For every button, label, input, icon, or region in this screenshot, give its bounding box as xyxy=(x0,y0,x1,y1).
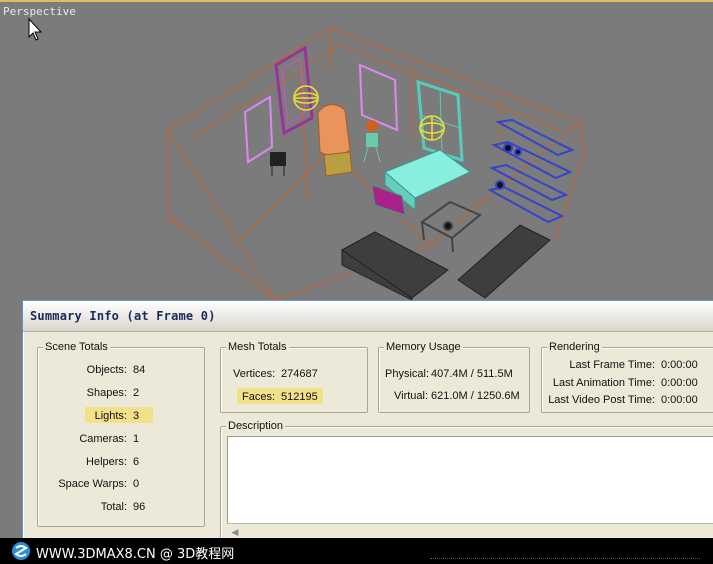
objects-label: Objects: xyxy=(86,364,127,376)
description-legend: Description xyxy=(226,419,286,433)
room-scene-render xyxy=(167,27,586,300)
mouse-cursor-icon xyxy=(28,18,42,41)
armchair xyxy=(317,104,353,177)
lights-value: 3 xyxy=(133,410,140,422)
helpers-label: Helpers: xyxy=(86,456,127,468)
lights-label: Lights: xyxy=(94,410,127,422)
scene-totals-legend: Scene Totals xyxy=(43,340,110,354)
sofa-left xyxy=(341,231,449,300)
dialog-titlebar[interactable]: Summary Info (at Frame 0) xyxy=(23,301,713,332)
watermark-dotted-line xyxy=(430,558,700,563)
small-stool xyxy=(270,152,286,176)
shapes-label: Shapes: xyxy=(86,387,127,399)
window-right xyxy=(416,79,464,163)
space-warps-value: 0 xyxy=(133,478,140,490)
virtual-label: Virtual: xyxy=(394,390,429,402)
faces-label: Faces: xyxy=(242,391,276,403)
last-animation-time-label: Last Animation Time: xyxy=(552,377,655,389)
vertices-label: Vertices: xyxy=(233,368,276,380)
table-lamp xyxy=(363,120,381,163)
rendering-legend: Rendering xyxy=(547,340,602,354)
scroll-left-arrow-icon[interactable]: ◀ xyxy=(229,526,241,538)
summary-info-dialog: Summary Info (at Frame 0) Scene Totals O… xyxy=(22,300,713,562)
cameras-value: 1 xyxy=(133,433,140,445)
cameras-label: Cameras: xyxy=(79,433,127,445)
physical-value: 407.4M / 511.5M xyxy=(431,368,513,380)
vertices-value: 274687 xyxy=(281,368,318,380)
dialog-title: Summary Info (at Frame 0) xyxy=(30,309,216,323)
memory-usage-legend: Memory Usage xyxy=(384,340,463,354)
space-warps-label: Space Warps: xyxy=(58,478,127,490)
last-video-post-time-label: Last Video Post Time: xyxy=(548,394,655,406)
watermark-text: WWW.3DMAX8.CN @ 3D教程网 xyxy=(36,547,235,562)
last-animation-time-value: 0:00:00 xyxy=(661,377,698,389)
shapes-value: 2 xyxy=(133,387,140,399)
last-frame-time-label: Last Frame Time: xyxy=(569,359,655,371)
last-video-post-time-value: 0:00:00 xyxy=(661,394,698,406)
site-logo-icon xyxy=(12,542,30,560)
total-value: 96 xyxy=(133,501,146,513)
physical-label: Physical: xyxy=(385,368,430,380)
watermark-bar: WWW.3DMAX8.CN @ 3D教程网 xyxy=(0,538,713,564)
mesh-totals-legend: Mesh Totals xyxy=(226,340,289,354)
total-label: Total: xyxy=(100,501,127,513)
helpers-value: 6 xyxy=(133,456,140,468)
faces-value: 512195 xyxy=(281,391,318,403)
objects-value: 84 xyxy=(133,364,146,376)
last-frame-time-value: 0:00:00 xyxy=(661,359,698,371)
window-left xyxy=(274,45,314,136)
viewport-label[interactable]: Perspective xyxy=(3,5,76,18)
virtual-value: 621.0M / 1250.6M xyxy=(431,390,520,402)
sofa-right xyxy=(457,224,551,299)
shelf-unit xyxy=(487,118,575,224)
